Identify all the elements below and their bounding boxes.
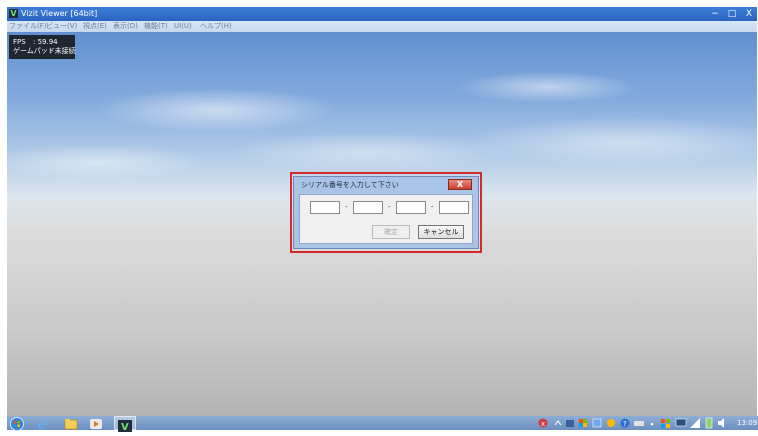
dialog-title: シリアル番号を入力して下さい bbox=[301, 181, 399, 189]
vizit-taskbar-button[interactable]: V bbox=[114, 416, 136, 433]
cancel-button[interactable]: キャンセル bbox=[418, 225, 464, 239]
keyboard-icon[interactable] bbox=[633, 416, 645, 430]
window-title: Vizit Viewer [64bit] bbox=[21, 9, 98, 18]
chevron-up-icon[interactable] bbox=[553, 416, 563, 430]
volume-icon[interactable] bbox=[716, 416, 728, 430]
serial-field-4[interactable] bbox=[439, 201, 469, 214]
folder-icon bbox=[64, 419, 78, 430]
menu-help[interactable]: ヘルプ(H) bbox=[200, 22, 232, 31]
windows-flag-icon[interactable] bbox=[659, 416, 673, 430]
taskbar: e V x ? 13:09 bbox=[7, 416, 758, 433]
svg-text:?: ? bbox=[623, 420, 627, 428]
gamepad-value: : 未接続 bbox=[50, 47, 76, 55]
svg-text:x: x bbox=[541, 420, 545, 428]
serial-field-2[interactable] bbox=[353, 201, 383, 214]
menu-ui[interactable]: UI(U) bbox=[174, 22, 192, 31]
internet-explorer-icon: e bbox=[38, 417, 46, 433]
battery-icon[interactable] bbox=[703, 416, 715, 430]
app-icon: V bbox=[9, 9, 18, 18]
windows-orb-icon bbox=[10, 417, 24, 431]
explorer-taskbar-button[interactable] bbox=[62, 416, 80, 430]
menu-bar: ファイル(F) ビュー(V) 視点(E) 表示(D) 機能(T) UI(U) ヘ… bbox=[7, 21, 757, 32]
serial-separator: - bbox=[431, 203, 434, 211]
serial-field-1[interactable] bbox=[310, 201, 340, 214]
vizit-app-icon: V bbox=[118, 420, 132, 433]
taskbar-clock[interactable]: 13:09 bbox=[737, 418, 757, 428]
help-icon[interactable]: ? bbox=[619, 416, 631, 430]
svg-text:V: V bbox=[121, 422, 129, 432]
serial-field-3[interactable] bbox=[396, 201, 426, 214]
app-tray-icon[interactable] bbox=[591, 416, 603, 430]
media-player-taskbar-button[interactable] bbox=[87, 416, 105, 430]
stats-overlay: FPS : 59.94 ゲームパッド : 未接続 bbox=[9, 35, 76, 59]
ie-taskbar-button[interactable]: e bbox=[35, 416, 53, 433]
menu-view[interactable]: ビュー(V) bbox=[46, 22, 77, 31]
minimize-button[interactable]: − bbox=[706, 7, 724, 21]
menu-viewpoint[interactable]: 視点(E) bbox=[83, 22, 107, 31]
media-player-icon bbox=[90, 419, 102, 429]
close-button[interactable]: X bbox=[740, 7, 757, 21]
security-alert-icon[interactable]: x bbox=[537, 416, 549, 430]
network-signal-icon[interactable] bbox=[689, 416, 701, 430]
fps-value: : 59.94 bbox=[33, 38, 58, 46]
ime-icon[interactable] bbox=[565, 416, 575, 430]
confirm-button[interactable]: 確定 bbox=[372, 225, 410, 239]
serial-number-dialog: シリアル番号を入力して下さい X - - - 確定 キャンセル bbox=[293, 176, 479, 249]
gamepad-label: ゲームパッド bbox=[13, 47, 55, 55]
dialog-close-button[interactable]: X bbox=[448, 179, 472, 190]
start-button[interactable] bbox=[8, 416, 28, 431]
serial-separator: - bbox=[388, 203, 391, 211]
dialog-body: - - - 確定 キャンセル bbox=[299, 194, 473, 244]
fps-label: FPS bbox=[13, 38, 26, 46]
update-icon[interactable] bbox=[605, 416, 617, 430]
dot-icon[interactable] bbox=[647, 416, 657, 430]
svg-text:e: e bbox=[38, 417, 46, 431]
menu-function[interactable]: 機能(T) bbox=[144, 22, 168, 31]
vizit-viewer-window: V Vizit Viewer [64bit] − □ X ファイル(F) ビュー… bbox=[7, 7, 757, 416]
menu-file[interactable]: ファイル(F) bbox=[9, 22, 47, 31]
title-bar[interactable]: V Vizit Viewer [64bit] − □ X bbox=[7, 7, 757, 21]
flag-icon[interactable] bbox=[577, 416, 589, 430]
serial-separator: - bbox=[345, 203, 348, 211]
monitor-icon[interactable] bbox=[675, 416, 687, 430]
3d-viewport[interactable]: FPS : 59.94 ゲームパッド : 未接続 シリアル番号を入力して下さい … bbox=[7, 32, 757, 416]
maximize-button[interactable]: □ bbox=[723, 7, 741, 21]
menu-display[interactable]: 表示(D) bbox=[113, 22, 138, 31]
